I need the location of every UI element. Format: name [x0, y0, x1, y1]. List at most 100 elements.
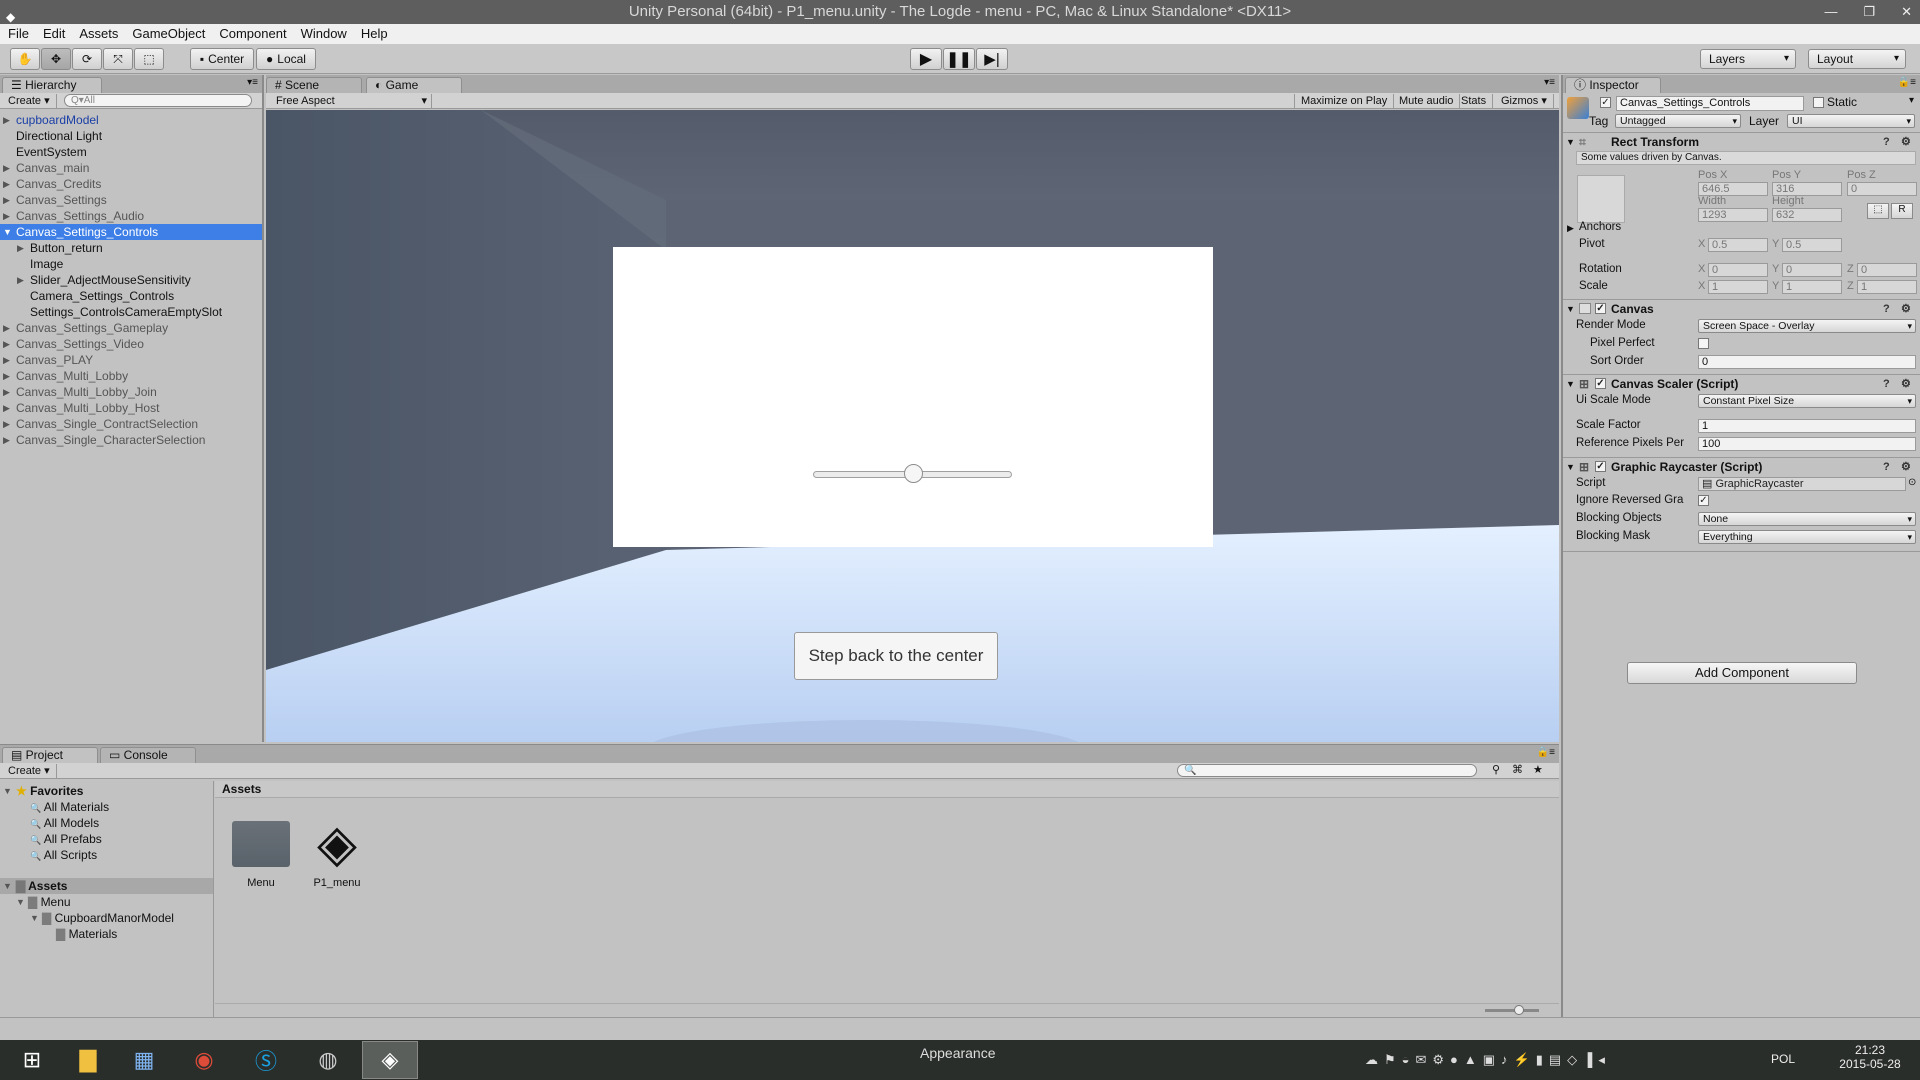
script-field[interactable]: ▤ GraphicRaycaster [1698, 477, 1906, 491]
sort-order-field[interactable]: 0 [1698, 355, 1916, 369]
gear-icon[interactable]: ⚙ [1901, 375, 1911, 393]
favorites-item[interactable]: ▼ ★ Favorites [0, 783, 213, 799]
hierarchy-item[interactable]: ▶ Canvas_Settings [0, 192, 262, 208]
add-component-button[interactable]: Add Component [1627, 662, 1857, 684]
rect-transform-header[interactable]: ▼ ⌗ Rect Transform ? ⚙ [1563, 132, 1920, 150]
hierarchy-item[interactable]: ▶ Canvas_Settings_Video [0, 336, 262, 352]
tab-project[interactable]: ▤ Project [2, 747, 98, 763]
width-field[interactable]: 1293 [1698, 208, 1768, 222]
create-dropdown[interactable]: Create ▾ [2, 94, 57, 108]
tab-inspector[interactable]: ⓘ Inspector [1565, 77, 1661, 93]
raw-edit-button[interactable]: R [1891, 203, 1913, 219]
expand-icon[interactable]: ▼ [30, 910, 39, 926]
help-icon[interactable]: ? [1883, 375, 1890, 393]
chrome-icon[interactable]: ◉ [176, 1041, 232, 1079]
posx-field[interactable]: 646.5 [1698, 182, 1768, 196]
pivot-y-field[interactable]: 0.5 [1782, 238, 1842, 252]
hand-tool-button[interactable]: ✋ [10, 48, 40, 70]
windows-explorer-icon[interactable]: ▦ [116, 1041, 172, 1079]
blocking-objects-dropdown[interactable]: None [1698, 512, 1916, 526]
asset-tree-item[interactable]: ▇ Materials [0, 926, 213, 942]
expand-arrow-icon[interactable]: ▶ [3, 400, 10, 416]
minimize-icon[interactable]: — [1824, 0, 1837, 24]
expand-arrow-icon[interactable]: ▶ [3, 384, 10, 400]
play-button[interactable]: ▶ [910, 48, 942, 70]
pivot-center-toggle[interactable]: ▪ Center [190, 48, 254, 70]
filter-label-icon[interactable]: ⌘ [1512, 763, 1523, 776]
panel-menu-icon[interactable]: ▾≡ [1544, 77, 1555, 88]
rotation-y-field[interactable]: 0 [1782, 263, 1842, 277]
layout-dropdown[interactable]: Layout [1808, 49, 1906, 69]
menu-edit[interactable]: Edit [43, 24, 65, 44]
menu-component[interactable]: Component [219, 24, 286, 44]
file-explorer-icon[interactable]: ▇ [60, 1041, 116, 1079]
tab-scene[interactable]: # Scene [266, 77, 362, 93]
object-name-field[interactable]: Canvas_Settings_Controls [1616, 96, 1804, 111]
mouse-sensitivity-slider[interactable] [813, 464, 1012, 483]
graphic-raycaster-header[interactable]: ▼ ⊞ ✓ Graphic Raycaster (Script) ? ⚙ [1563, 457, 1920, 475]
reference-pixels-field[interactable]: 100 [1698, 437, 1916, 451]
canvas-scaler-header[interactable]: ▼ ⊞ ✓ Canvas Scaler (Script) ? ⚙ [1563, 374, 1920, 392]
tab-game[interactable]: ◐ Game [366, 77, 462, 93]
expand-arrow-icon[interactable]: ▶ [3, 160, 10, 176]
tag-dropdown[interactable]: Untagged [1615, 114, 1741, 128]
active-checkbox[interactable]: ✓ [1600, 97, 1611, 108]
hierarchy-item[interactable]: Settings_ControlsCameraEmptySlot [0, 304, 262, 320]
scale-x-field[interactable]: 1 [1708, 280, 1768, 294]
gizmos-dropdown[interactable]: Gizmos ▾ [1495, 94, 1554, 108]
tab-hierarchy[interactable]: ☰ Hierarchy [2, 77, 102, 93]
hierarchy-item[interactable]: ▼ Canvas_Settings_Controls [0, 224, 262, 240]
expand-arrow-icon[interactable]: ▼ [3, 224, 12, 240]
menu-assets[interactable]: Assets [79, 24, 118, 44]
asset-item-p1-menu[interactable]: ◈ P1_menu [302, 813, 372, 893]
help-icon[interactable]: ? [1883, 458, 1890, 476]
pixel-perfect-checkbox[interactable] [1698, 338, 1709, 349]
menu-gameobject[interactable]: GameObject [132, 24, 205, 44]
favorite-item[interactable]: 🔍 All Scripts [0, 847, 213, 863]
hierarchy-item[interactable]: ▶ Canvas_Multi_Lobby_Join [0, 384, 262, 400]
zoom-slider-handle[interactable] [1514, 1005, 1524, 1015]
move-tool-button[interactable]: ✥ [41, 48, 71, 70]
help-icon[interactable]: ? [1883, 300, 1890, 318]
hierarchy-item[interactable]: ▶ Canvas_Credits [0, 176, 262, 192]
gear-icon[interactable]: ⚙ [1901, 458, 1911, 476]
hierarchy-item[interactable]: ▶ Slider_AdjectMouseSensitivity [0, 272, 262, 288]
skype-icon[interactable]: Ⓢ [238, 1041, 294, 1079]
filter-type-icon[interactable]: ⚲ [1492, 763, 1500, 776]
blueprint-mode-button[interactable]: ⬚ [1867, 203, 1889, 219]
rotation-z-field[interactable]: 0 [1857, 263, 1917, 277]
static-dropdown-icon[interactable]: ▾ [1909, 95, 1914, 106]
expand-arrow-icon[interactable]: ▶ [3, 352, 10, 368]
asset-tree-item[interactable]: ▼ ▇ CupboardManorModel [0, 910, 213, 926]
posz-field[interactable]: 0 [1847, 182, 1917, 196]
hierarchy-item[interactable]: ▶ Canvas_Settings_Gameplay [0, 320, 262, 336]
clock[interactable]: 21:23 2015-05-28 [1830, 1043, 1910, 1071]
hierarchy-item[interactable]: ▶ Canvas_Multi_Lobby [0, 368, 262, 384]
panel-menu-icon[interactable]: ▾≡ [247, 77, 258, 88]
favorite-star-icon[interactable]: ★ [1533, 763, 1543, 776]
game-viewport[interactable]: Step back to the center [266, 110, 1559, 742]
step-button[interactable]: ▶| [976, 48, 1008, 70]
static-checkbox[interactable] [1813, 97, 1824, 108]
gear-icon[interactable]: ⚙ [1901, 300, 1911, 318]
layer-dropdown[interactable]: UI [1787, 114, 1915, 128]
expand-arrow-icon[interactable]: ▶ [3, 368, 10, 384]
hierarchy-item[interactable]: Directional Light [0, 128, 262, 144]
layers-dropdown[interactable]: Layers [1700, 49, 1796, 69]
hierarchy-item[interactable]: ▶ Canvas_Settings_Audio [0, 208, 262, 224]
favorite-item[interactable]: 🔍 All Prefabs [0, 831, 213, 847]
close-icon[interactable]: ✕ [1901, 0, 1912, 24]
paint-icon[interactable]: ◍ [300, 1041, 356, 1079]
pivot-x-field[interactable]: 0.5 [1708, 238, 1768, 252]
language-indicator[interactable]: POL [1771, 1052, 1795, 1066]
restore-icon[interactable]: ❐ [1863, 0, 1875, 24]
hierarchy-item[interactable]: ▶ Canvas_Single_ContractSelection [0, 416, 262, 432]
ui-scale-mode-dropdown[interactable]: Constant Pixel Size [1698, 394, 1916, 408]
space-local-toggle[interactable]: ● Local [256, 48, 316, 70]
stats-toggle[interactable]: Stats [1455, 94, 1494, 108]
expand-arrow-icon[interactable]: ▶ [17, 240, 24, 256]
favorite-item[interactable]: 🔍 All Materials [0, 799, 213, 815]
scale-z-field[interactable]: 1 [1857, 280, 1917, 294]
asset-breadcrumb[interactable]: Assets [215, 781, 1559, 798]
object-picker-icon[interactable]: ⊙ [1908, 477, 1916, 488]
